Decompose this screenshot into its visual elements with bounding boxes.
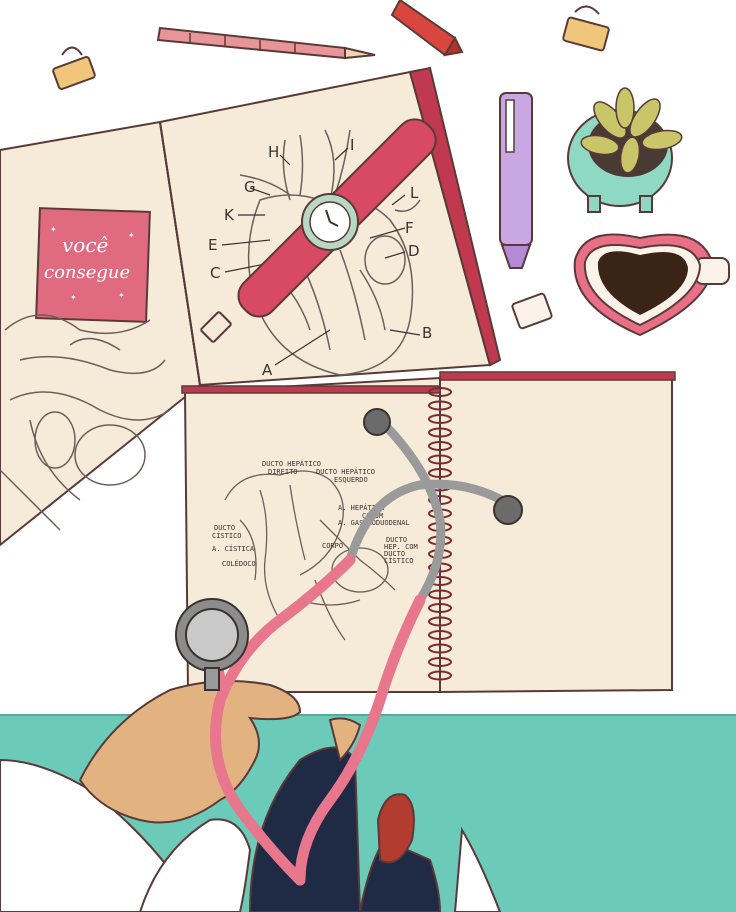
heart-label-i: I: [350, 136, 354, 154]
label-ducto-cistico: DUCTO: [214, 524, 235, 532]
heart-label-b: B: [422, 324, 432, 342]
heart-label-f: F: [405, 219, 414, 237]
label-cistico-2: CÍSTICO: [384, 556, 414, 565]
label-direito: DIREITO: [268, 468, 298, 476]
heart-label-c: C: [210, 264, 220, 282]
sticky-note-line1: você: [62, 233, 108, 257]
label-ducto-hepatico-direito: DUCTO HEPÁTICO: [262, 459, 321, 468]
highlighter-icon: [499, 92, 533, 269]
label-ducto-hepatico-esquerdo: DUCTO HEPÁTICO: [316, 467, 375, 476]
label-esquerdo: ESQUERDO: [334, 476, 368, 484]
label-corpo: CORPO: [322, 542, 343, 550]
sticky-note-line2: consegue: [44, 262, 130, 283]
svg-text:✦: ✦: [70, 293, 77, 302]
heart-label-a: A: [262, 361, 273, 379]
heart-label-h: H: [268, 143, 279, 161]
label-cistico: CÍSTICO: [212, 531, 242, 540]
heart-label-e: E: [208, 236, 217, 254]
study-desk-illustration: você consegue ✦ ✦ ✦ ✦ A B C D E F G H I K …: [0, 0, 736, 912]
svg-text:✦: ✦: [50, 225, 57, 234]
illustration-scene: você consegue ✦ ✦ ✦ ✦ A B C D E F G H I …: [0, 0, 736, 912]
sticky-note: você consegue ✦ ✦ ✦ ✦: [35, 207, 151, 323]
svg-text:✦: ✦: [128, 231, 135, 240]
heart-label-d: D: [408, 242, 420, 260]
heart-label-k: K: [224, 206, 235, 224]
label-coledoco: COLÉDOCO: [222, 559, 256, 568]
notebook-page-right: [439, 373, 673, 694]
heart-label-g: G: [244, 178, 256, 196]
heart-label-l: L: [410, 184, 419, 202]
label-a-cistica: A. CÍSTICA: [212, 544, 255, 553]
svg-text:✦: ✦: [118, 291, 125, 300]
